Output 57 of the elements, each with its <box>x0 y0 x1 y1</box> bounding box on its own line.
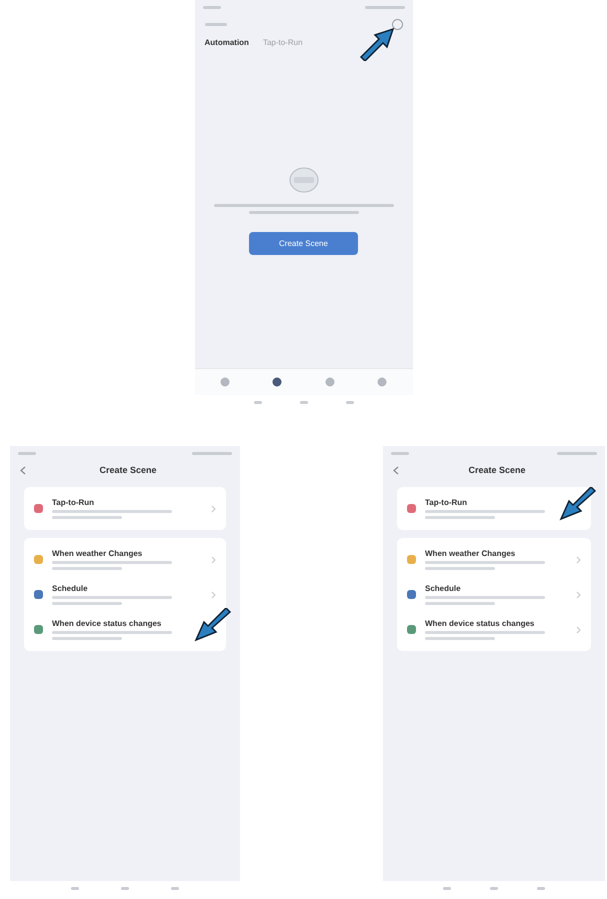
back-icon[interactable] <box>393 466 399 474</box>
system-nav-drawing <box>537 887 546 890</box>
blurred-text-line <box>425 567 495 570</box>
blurred-text-line <box>52 567 122 570</box>
scene-option[interactable]: When device status changes <box>397 612 591 647</box>
system-nav-drawing <box>71 887 79 890</box>
scene-option[interactable]: When weather Changes <box>24 542 226 577</box>
blurred-text-line <box>52 602 122 605</box>
system-nav-drawing <box>254 401 262 404</box>
option-title: Tap-to-Run <box>425 498 468 507</box>
scene-option[interactable]: Schedule <box>24 577 226 612</box>
status-bar-drawing <box>18 452 36 455</box>
blurred-text-line <box>425 637 495 640</box>
blurred-text-line <box>204 23 226 26</box>
create-scene-button[interactable]: Create Scene <box>249 232 358 255</box>
option-title: When weather Changes <box>52 549 144 558</box>
scene-option[interactable]: Schedule <box>397 577 591 612</box>
status-bar-drawing <box>391 452 409 455</box>
system-nav-drawing <box>490 887 498 890</box>
status-bar-drawing <box>364 6 404 9</box>
option-title: When device status changes <box>52 619 162 628</box>
option-title: Tap-to-Run <box>52 498 96 507</box>
chevron-icon <box>576 556 581 564</box>
nav-icon <box>377 377 388 387</box>
screen-title: Create Scene <box>99 465 157 475</box>
blurred-text-line <box>425 516 495 519</box>
status-bar-drawing <box>192 452 232 455</box>
option-title: Schedule <box>425 584 462 593</box>
nav-item[interactable] <box>272 377 282 387</box>
system-nav-drawing <box>346 401 354 404</box>
screen-title: Create Scene <box>468 465 526 475</box>
scene-option[interactable]: Tap-to-Run <box>24 491 226 526</box>
chevron-icon <box>211 504 216 512</box>
system-nav-drawing <box>121 887 129 890</box>
chevron-icon <box>211 590 216 598</box>
scene-option[interactable]: Tap-to-Run <box>397 491 591 526</box>
nav-icon <box>324 377 335 387</box>
option-title: When device status changes <box>425 619 536 628</box>
chevron-icon <box>211 556 216 564</box>
scene-option[interactable]: When weather Changes <box>397 542 591 577</box>
status-bar-drawing <box>202 6 220 9</box>
nav-icon <box>220 377 230 387</box>
back-icon[interactable] <box>20 466 26 474</box>
chevron-icon <box>576 590 581 598</box>
status-bar-drawing <box>557 452 597 455</box>
system-nav-drawing <box>171 887 179 890</box>
scene-option[interactable]: When device status changes <box>24 612 226 647</box>
option-title: Schedule <box>52 584 89 593</box>
nav-icon <box>272 377 282 387</box>
blurred-text-line <box>52 516 122 519</box>
option-title: When weather Changes <box>425 549 516 558</box>
blurred-text-line <box>52 637 122 640</box>
system-nav-drawing <box>300 401 308 404</box>
blurred-text-line <box>425 602 495 605</box>
chevron-icon <box>576 626 581 634</box>
tab[interactable]: Automation <box>204 38 249 47</box>
system-nav-drawing <box>442 887 451 890</box>
